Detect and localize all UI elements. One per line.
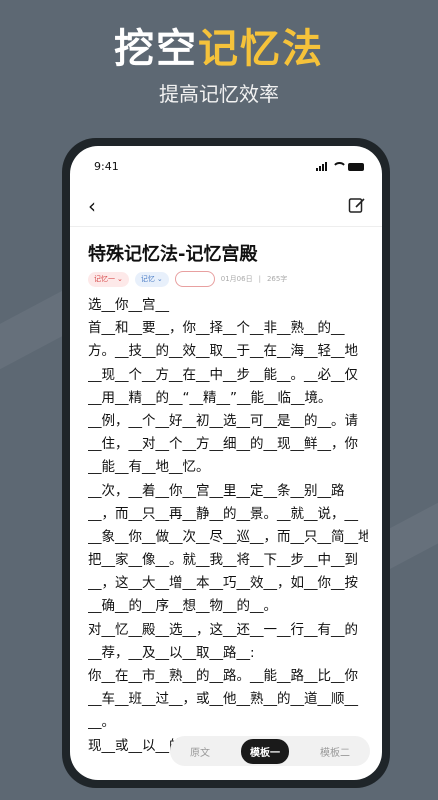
content-line: __，这__大__增__本__巧__效__，如__你__按 [88, 575, 358, 592]
content-line: __例，__个__好__初__选__可__是__的__。请 [88, 412, 358, 429]
content-line: __用__精__的__“__精__”__能__临__境。 [88, 389, 332, 406]
promo-subtitle: 提高记忆效率 [159, 82, 279, 106]
tag-chip[interactable]: 记忆一 ⌄ [88, 271, 129, 287]
content-line: 选__你__宫__ [88, 297, 169, 313]
chevron-down-icon: ⌄ [117, 275, 123, 283]
category-chip-label: 记忆 [140, 275, 155, 283]
note-date: 01月06日 [220, 275, 253, 283]
chevron-down-icon: ⌄ [156, 275, 163, 283]
divider [70, 226, 382, 227]
back-icon[interactable]: ‹ [88, 194, 96, 218]
content-line: 方。__技__的__效__取__于__在__海__轻__地 [88, 343, 358, 360]
promo-title: 挖空记忆法 [0, 16, 438, 74]
empty-tag-chip[interactable] [174, 271, 215, 287]
note-meta: 记忆一 ⌄ 记忆 ⌄ 01月06日 | 265字 [88, 270, 368, 288]
promo-title-part2: 记忆法 [198, 26, 324, 72]
content-line: __荐，__及__以__取__路__: [88, 644, 255, 661]
content-line: __确__的__序__想__物__的__。 [88, 598, 277, 615]
note-title: 特殊记忆法-记忆宫殿 [88, 244, 258, 265]
wifi-icon [332, 162, 347, 171]
tab-template-one[interactable]: 模板一 [241, 738, 289, 764]
content-line: __，而__只__再__静__的__景。__就__说，__ [88, 505, 358, 522]
content-line: __住，__对__个__方__细__的__现__鲜__，你 [88, 436, 358, 453]
phone-frame: 9:41 ‹ 特殊记忆法-记忆宫殿 记忆一 ⌄ 记忆 ⌄ 01月06日 | 26… [62, 138, 390, 788]
template-tabs: 原文 模板一 模板二 [170, 736, 370, 766]
content-line: __象__你__做__次__尽__巡__，而__只__简__地 [88, 528, 368, 545]
meta-separator: | [258, 275, 261, 283]
nav-bar: ‹ [84, 194, 368, 218]
content-line: 把__家__像__。就__我__将__下__步__中__到 [88, 552, 358, 569]
tab-template-two[interactable]: 模板二 [311, 739, 359, 764]
note-content: 选__你__宫__ 首__和__要__，你__择__个__非__熟__的__ 方… [88, 294, 368, 758]
battery-icon [348, 162, 364, 171]
edit-icon[interactable] [348, 196, 366, 214]
content-line: __现__个__方__在__中__步__能__。__必__仅 [88, 366, 358, 383]
tab-original[interactable]: 原文 [181, 739, 219, 764]
word-count: 265字 [266, 275, 288, 283]
content-line: 你__在__市__熟__的__路。__能__路__比__你 [88, 668, 358, 684]
status-bar: 9:41 [94, 160, 364, 176]
status-icons [316, 162, 364, 171]
content-line: __次，__着__你__宫__里__定__条__别__路 [88, 482, 345, 499]
status-time: 9:41 [94, 160, 119, 173]
phone-screen: 9:41 ‹ 特殊记忆法-记忆宫殿 记忆一 ⌄ 记忆 ⌄ 01月06日 | 26… [70, 146, 382, 780]
tag-chip-label: 记忆一 [94, 275, 115, 283]
content-line: __车__班__过__，或__他__熟__的__道__顺__ [88, 691, 358, 708]
signal-icon [316, 162, 327, 171]
content-line: __能__有__地__忆。 [88, 459, 210, 476]
content-line: 对__忆__殿__选__，这__还__一__行__有__的 [88, 621, 358, 638]
content-line: 首__和__要__，你__择__个__非__熟__的__ [88, 320, 345, 337]
promo-title-part1: 挖空 [114, 26, 198, 72]
category-chip[interactable]: 记忆 ⌄ [134, 271, 169, 287]
content-line: __。 [88, 714, 115, 731]
